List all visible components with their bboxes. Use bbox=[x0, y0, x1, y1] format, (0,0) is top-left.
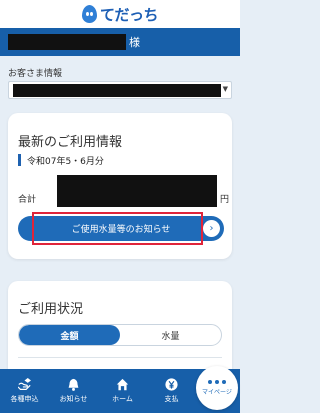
usage-notice-label: ご使用水量等のお知らせ bbox=[71, 225, 171, 235]
dropdown-arrow-icon: ▼ bbox=[222, 85, 228, 93]
redacted-user-name bbox=[8, 34, 126, 50]
nav-label-applications: 各種申込 bbox=[10, 395, 39, 403]
nav-item-applications[interactable]: 各種申込 bbox=[0, 369, 49, 413]
latest-usage-card: 最新のご利用情報 令和07年5・6月分 合計 円 ご使用水量等のお知らせ › bbox=[8, 113, 232, 259]
nav-label-home: ホーム bbox=[112, 395, 133, 403]
currency-label: 円 bbox=[220, 195, 230, 205]
usage-period-text: 令和07年5・6月分 bbox=[27, 156, 104, 167]
application-icon bbox=[18, 378, 31, 390]
redacted-customer-value bbox=[13, 84, 221, 97]
bell-icon bbox=[68, 378, 79, 391]
nav-item-notices[interactable]: お知らせ bbox=[49, 369, 98, 413]
nav-label-payment: 支払 bbox=[164, 395, 179, 403]
nav-item-payment[interactable]: 支払 bbox=[147, 369, 196, 413]
more-dots-icon bbox=[208, 380, 226, 384]
user-name-bar: 様 bbox=[0, 28, 240, 56]
tab-volume[interactable]: 水量 bbox=[120, 325, 221, 345]
chevron-right-icon: › bbox=[203, 220, 220, 237]
yen-icon bbox=[165, 378, 178, 391]
tab-amount[interactable]: 金額 bbox=[19, 325, 120, 345]
customer-select[interactable]: ▼ bbox=[8, 81, 232, 99]
home-icon bbox=[116, 378, 129, 391]
usage-period: 令和07年5・6月分 bbox=[18, 154, 104, 167]
mypage-label: マイページ bbox=[202, 389, 232, 396]
amount-volume-toggle: 金額 水量 bbox=[18, 324, 222, 346]
name-honorific: 様 bbox=[129, 36, 140, 49]
chart-divider bbox=[18, 357, 222, 358]
app-header: てだっち bbox=[0, 0, 240, 28]
mypage-button[interactable]: マイページ bbox=[196, 366, 238, 410]
nav-label-notices: お知らせ bbox=[59, 395, 88, 403]
water-drop-icon bbox=[81, 5, 97, 23]
usage-notice-button[interactable]: ご使用水量等のお知らせ › bbox=[18, 216, 224, 241]
total-label: 合計 bbox=[18, 195, 37, 205]
latest-usage-title: 最新のご利用情報 bbox=[18, 135, 123, 150]
logo-text: てだっち bbox=[99, 5, 159, 24]
app-logo[interactable]: てだっち bbox=[81, 4, 159, 25]
usage-status-title: ご利用状況 bbox=[18, 302, 84, 317]
redacted-total-amount bbox=[57, 175, 217, 207]
nav-item-home[interactable]: ホーム bbox=[98, 369, 147, 413]
customer-info-label: お客さま情報 bbox=[8, 69, 63, 79]
period-accent-bar bbox=[18, 154, 21, 166]
